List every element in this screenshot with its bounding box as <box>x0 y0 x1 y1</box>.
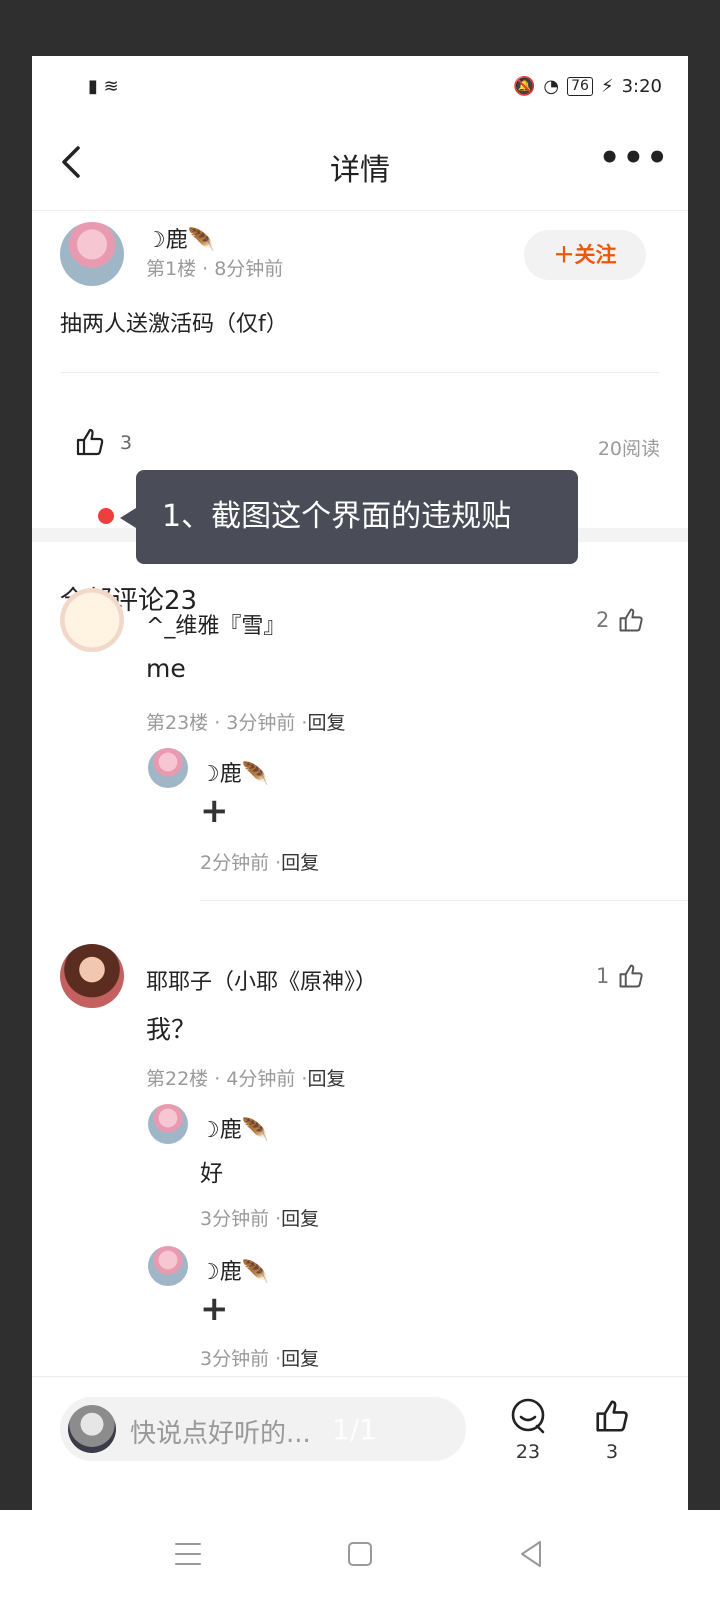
like-button[interactable]: 3 <box>582 1397 642 1463</box>
reply-link[interactable]: 回复 <box>307 1068 345 1090</box>
comment-meta: 第23楼 · 3分钟前 ·回复 <box>146 708 345 735</box>
bottom-bar: 快说点好听的... 1/1 23 3 <box>32 1376 688 1510</box>
back-triangle-icon[interactable] <box>512 1534 552 1574</box>
comment-time: 第23楼 · 3分钟前 · <box>146 712 308 734</box>
page-title: 详情 <box>330 153 390 188</box>
more-options-button[interactable]: ••• <box>599 138 670 178</box>
status-bar: ▮ ≋ 🔕 ◔ 76 ⚡ 3:20 <box>32 56 688 120</box>
comment-like-count: 1 <box>596 964 610 988</box>
comment-like[interactable]: 1 <box>596 962 645 990</box>
guide-tooltip[interactable]: 1、截图这个界面的违规贴 <box>120 470 578 564</box>
post-like-count: 3 <box>120 432 133 454</box>
comment-divider <box>200 900 688 901</box>
reply-text: 好 <box>200 1161 223 1187</box>
reply-meta: 3分钟前 ·回复 <box>200 1204 319 1231</box>
menu-icon[interactable] <box>168 1534 208 1574</box>
reply-avatar[interactable] <box>148 1246 188 1286</box>
post-meta: 第1楼 · 8分钟前 <box>146 258 284 280</box>
comments-button[interactable]: 23 <box>498 1397 558 1463</box>
battery-level: 76 <box>567 77 593 96</box>
comment-input[interactable]: 快说点好听的... 1/1 <box>60 1397 466 1461</box>
reply-link[interactable]: 回复 <box>281 852 319 874</box>
reply-link[interactable]: 回复 <box>307 712 345 734</box>
mute-icon: 🔕 <box>512 76 536 97</box>
follow-button[interactable]: ＋关注 <box>524 230 646 280</box>
author-avatar[interactable] <box>60 222 124 286</box>
comment-meta: 第22楼 · 4分钟前 ·回复 <box>146 1064 345 1091</box>
post-content: 抽两人送激活码（仅f） <box>60 312 288 337</box>
my-avatar <box>68 1405 116 1453</box>
commenter-name[interactable]: 耶耶子（小耶《原神》） <box>146 964 377 996</box>
post-author-name[interactable]: ☽鹿🪶 <box>146 222 215 254</box>
data-speed-icon: ◔ <box>543 76 560 97</box>
reply-link[interactable]: 回复 <box>281 1348 319 1370</box>
comment-input-placeholder: 快说点好听的... <box>130 1419 311 1449</box>
page-indicator: 1/1 <box>332 1413 378 1446</box>
tooltip-dot <box>98 508 114 524</box>
post-divider <box>60 372 660 373</box>
comment-text: me <box>146 654 186 683</box>
comment-count: 23 <box>515 1441 541 1463</box>
reply-avatar[interactable] <box>148 1104 188 1144</box>
comment-time: 第22楼 · 4分钟前 · <box>146 1068 308 1090</box>
thumbs-up-icon[interactable] <box>74 426 106 458</box>
comment-like[interactable]: 2 <box>596 606 645 634</box>
reply-time: 3分钟前 · <box>200 1208 282 1230</box>
reply-text: + <box>200 1289 229 1329</box>
status-right: 🔕 ◔ 76 ⚡ 3:20 <box>513 76 662 97</box>
like-count: 3 <box>605 1441 619 1463</box>
commenter-avatar[interactable] <box>60 944 124 1008</box>
reply-user-name[interactable]: ☽鹿🪶 <box>200 1254 269 1286</box>
charging-icon: ⚡ <box>600 76 614 97</box>
top-bar: 详情 ••• <box>32 120 688 211</box>
system-nav-bar <box>0 1510 720 1600</box>
commenter-avatar[interactable] <box>60 588 124 652</box>
commenter-name[interactable]: ^_维雅『雪』 <box>146 608 285 640</box>
reply-meta: 3分钟前 ·回复 <box>200 1344 319 1371</box>
thumbs-up-icon <box>619 608 643 632</box>
reply-time: 2分钟前 · <box>200 852 282 874</box>
reply-meta: 2分钟前 ·回复 <box>200 848 319 875</box>
comment-bubble-icon <box>511 1398 545 1434</box>
reply-user-name[interactable]: ☽鹿🪶 <box>200 756 269 788</box>
reply-user-name[interactable]: ☽鹿🪶 <box>200 1112 269 1144</box>
home-square-icon[interactable] <box>340 1534 380 1574</box>
reply-link[interactable]: 回复 <box>281 1208 319 1230</box>
reply-time: 3分钟前 · <box>200 1348 282 1370</box>
reply-avatar[interactable] <box>148 748 188 788</box>
app-screen: ▮ ≋ 🔕 ◔ 76 ⚡ 3:20 详情 ••• ☽鹿🪶 第1楼 · 8分钟前 … <box>32 56 688 1510</box>
thumbs-up-icon <box>596 1400 628 1432</box>
status-time: 3:20 <box>621 76 662 97</box>
comment-text: 我？ <box>146 1015 197 1044</box>
thumbs-up-icon <box>619 964 643 988</box>
comment-like-count: 2 <box>596 608 610 632</box>
post-read-count: 20阅读 <box>597 438 660 460</box>
reply-text: + <box>200 791 229 831</box>
status-left-icons: ▮ ≋ <box>88 76 119 97</box>
